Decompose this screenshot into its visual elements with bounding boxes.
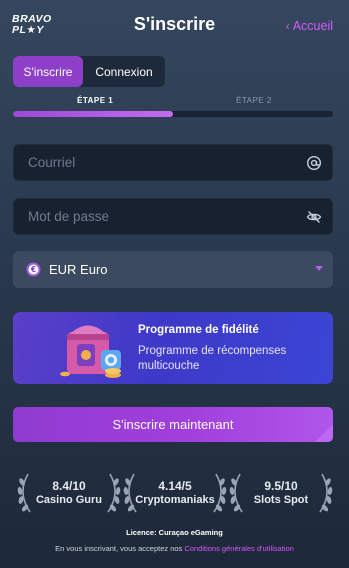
treasure-chest-icon <box>60 325 121 378</box>
password-field[interactable] <box>14 199 332 234</box>
terms-text: En vous inscrivant, vous acceptez nos Co… <box>0 544 349 553</box>
ratings-row: 8.4/10 Casino Guru 4.14/5 Cryptomaniaks <box>0 470 349 516</box>
rating-score: 9.5/10 <box>264 479 298 493</box>
loyalty-program-banner[interactable]: Programme de fidélité Programme de récom… <box>13 312 333 384</box>
at-sign-icon <box>306 155 322 171</box>
euro-coin-icon: € <box>26 262 41 277</box>
rating-site: Cryptomaniaks <box>135 494 215 506</box>
step-2-label: ÉTAPE 2 <box>236 96 272 105</box>
laurel-wreath-icon <box>123 473 227 513</box>
step-progress-bar <box>13 111 333 117</box>
rating-site: Slots Spot <box>253 494 309 506</box>
auth-tabs: S'inscrire Connexion <box>13 56 165 87</box>
currency-select[interactable]: € EUR Euro <box>13 251 333 288</box>
rating-cryptomaniaks: 4.14/5 Cryptomaniaks <box>120 470 230 516</box>
header: BRAVO PL★Y S'inscrire ‹ Accueil <box>0 0 349 52</box>
caret-down-icon <box>315 266 323 271</box>
step-progress-fill <box>13 111 173 117</box>
currency-value: EUR Euro <box>49 262 108 277</box>
signup-now-button[interactable]: S'inscrire maintenant <box>13 407 333 442</box>
rating-score: 8.4/10 <box>52 479 86 493</box>
terms-prefix: En vous inscrivant, vous acceptez nos <box>55 544 183 553</box>
back-link-label: Accueil <box>292 19 333 33</box>
email-field[interactable] <box>14 145 332 180</box>
back-home-link[interactable]: ‹ Accueil <box>286 19 333 33</box>
tab-signup[interactable]: S'inscrire <box>13 56 83 87</box>
laurel-wreath-icon <box>17 473 121 513</box>
svg-text:€: € <box>30 265 36 274</box>
loyalty-description: Programme de récompenses multicouche <box>138 345 287 372</box>
laurel-wreath-icon <box>229 473 333 513</box>
loyalty-title: Programme de fidélité <box>138 324 259 336</box>
button-corner-accent <box>315 424 333 442</box>
tab-login[interactable]: Connexion <box>83 56 165 87</box>
terms-link[interactable]: Conditions générales d'utilisation <box>184 544 293 553</box>
eye-off-icon[interactable] <box>306 209 322 225</box>
signup-now-label: S'inscrire maintenant <box>112 417 234 432</box>
email-field-wrapper <box>13 144 333 181</box>
rating-site: Casino Guru <box>35 494 102 506</box>
rating-casino-guru: 8.4/10 Casino Guru <box>14 470 124 516</box>
license-text: Licence: Curaçao eGaming <box>126 528 223 537</box>
chevron-left-icon: ‹ <box>285 19 290 33</box>
rating-slots-spot: 9.5/10 Slots Spot <box>226 470 336 516</box>
rating-score: 4.14/5 <box>158 479 192 493</box>
step-1-label: ÉTAPE 1 <box>77 96 114 105</box>
password-field-wrapper <box>13 198 333 235</box>
